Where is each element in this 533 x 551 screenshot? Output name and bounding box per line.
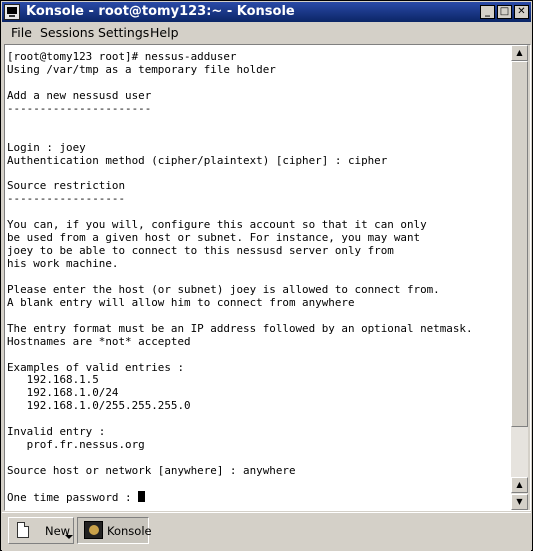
terminal-line: his work machine. [7,257,119,270]
terminal-line: Authentication method (cipher/plaintext)… [7,153,388,167]
session-tab-konsole[interactable]: Konsole [77,517,152,544]
chevron-down-icon[interactable] [65,535,73,539]
terminal-line: ---------------------- [7,101,152,115]
text-cursor [138,490,146,502]
konsole-window: Konsole - root@tomy123:~ - Konsole _ □ ✕… [0,0,533,551]
konsole-shell-icon [84,521,103,539]
menu-help[interactable]: Help [150,25,179,40]
terminal-line: The entry format must be an IP address f… [7,321,473,335]
minimize-button[interactable]: _ [480,5,495,19]
terminal-line: One time password : [7,490,473,504]
maximize-button[interactable]: □ [497,5,512,19]
system-menu-icon[interactable] [4,4,20,20]
menu-file[interactable]: File [11,25,32,40]
session-tab-label: Konsole [107,524,152,538]
terminal-line: Using /var/tmp as a temporary file holde… [7,62,276,76]
arrow-down-icon[interactable]: ▼ [511,494,528,510]
terminal-line: ------------------ [7,192,126,206]
terminal-line: Source host or network [anywhere] : anyw… [7,464,296,477]
terminal-line: [root@tomy123 root]# nessus-adduser [7,50,237,63]
menu-bar: File Sessions Settings Help [2,23,531,43]
terminal-line: Login : joey [7,140,86,154]
new-document-icon [17,522,29,538]
terminal-line: Please enter the host (or subnet) joey i… [7,282,440,296]
menu-settings[interactable]: Settings [98,25,149,40]
arrow-up-icon[interactable]: ▲ [511,45,528,61]
terminal-output[interactable]: [root@tomy123 root]# nessus-adduser Using… [5,45,511,510]
terminal-line: Add a new nessusd user [7,88,152,102]
scrollbar-thumb[interactable] [511,61,528,427]
new-session-button[interactable]: New [8,517,74,544]
window-title: Konsole - root@tomy123:~ - Konsole [26,4,295,19]
session-tab-bar: New Konsole [2,512,531,551]
menu-sessions[interactable]: Sessions [40,25,94,40]
terminal-line: A blank entry will allow him to connect … [7,295,355,309]
terminal-line: prof.fr.nessus.org [7,438,145,452]
terminal-line: 192.168.1.0/255.255.255.0 [7,399,191,413]
close-button[interactable]: ✕ [514,5,529,19]
terminal-line: Hostnames are *not* accepted [7,334,191,348]
title-bar[interactable]: Konsole - root@tomy123:~ - Konsole _ □ ✕ [2,2,531,22]
vertical-scrollbar[interactable]: ▲ ▲ ▼ [511,45,528,510]
terminal-text: [root@tomy123 root]# nessus-adduser Using… [7,50,473,504]
arrow-up-icon[interactable]: ▲ [511,477,528,493]
